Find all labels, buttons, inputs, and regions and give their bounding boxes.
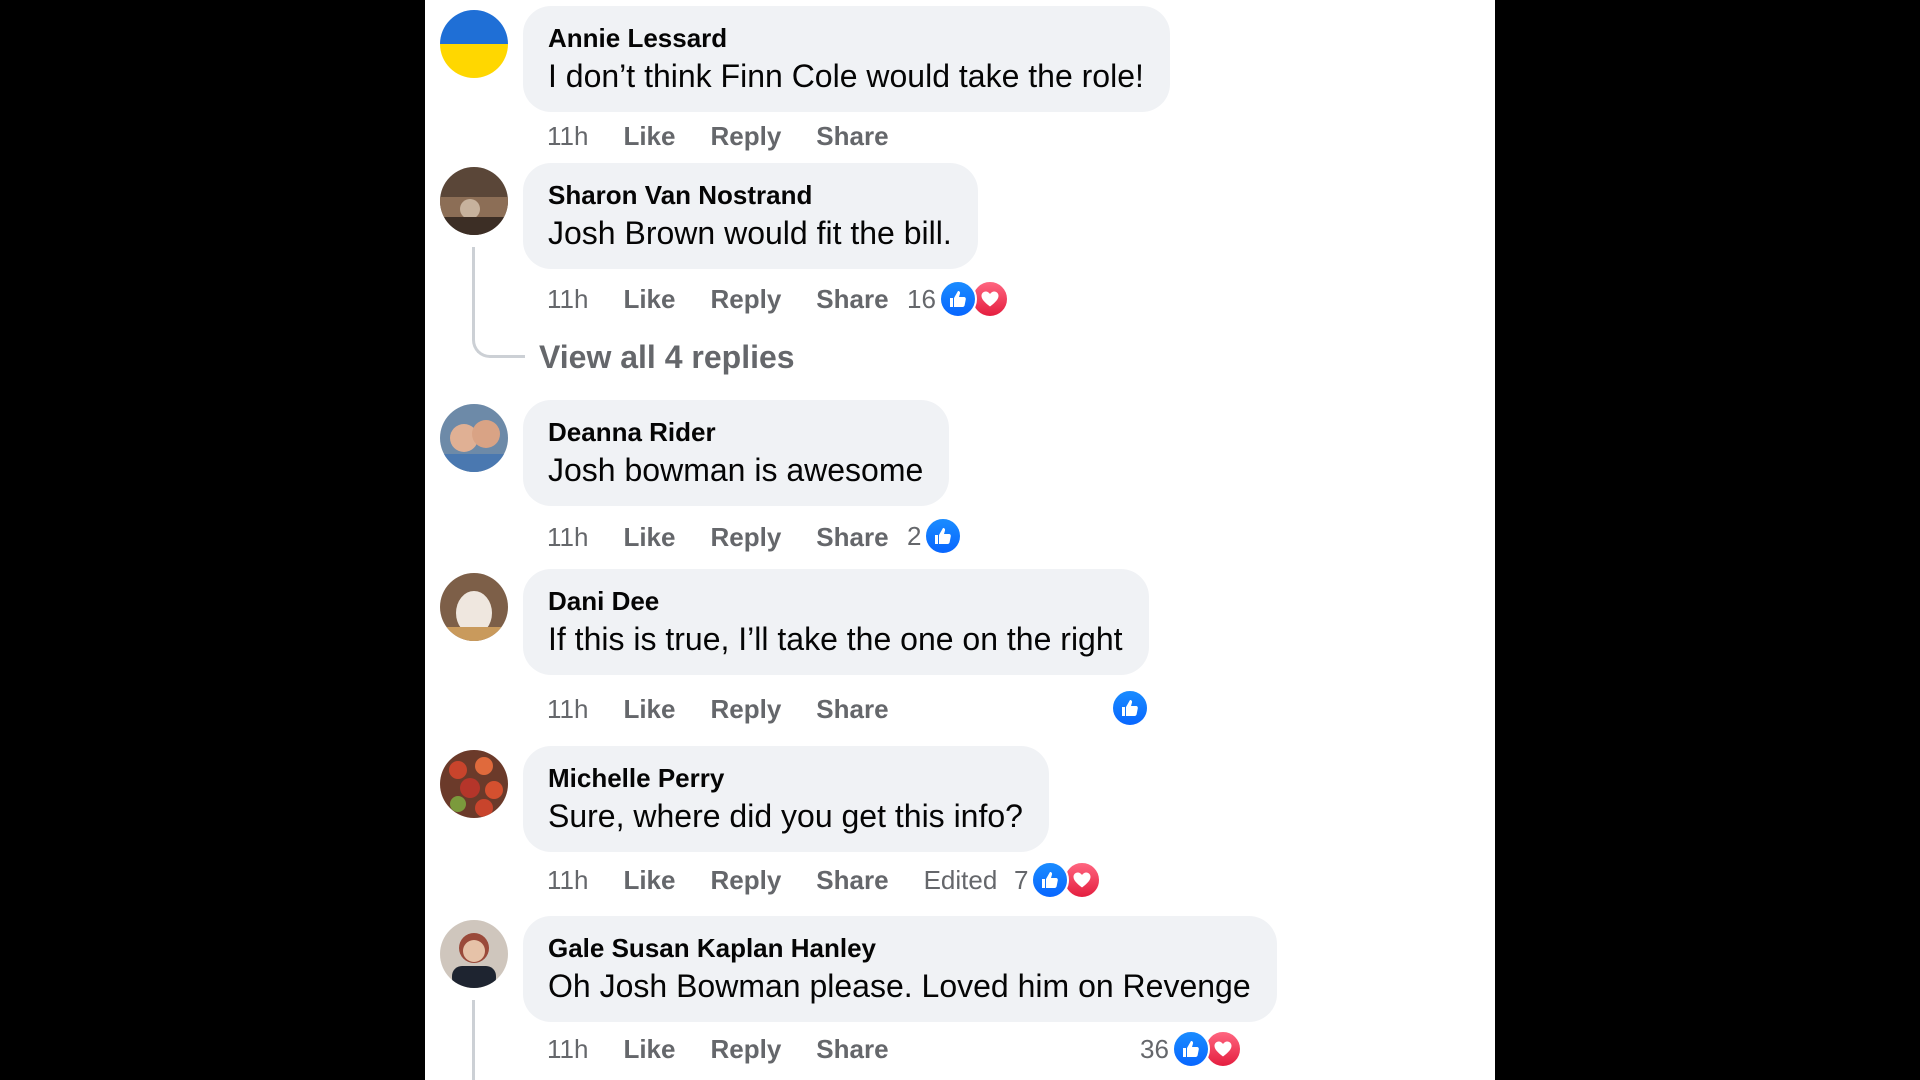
- reaction-summary[interactable]: 16: [907, 279, 1009, 319]
- reply-button[interactable]: Reply: [710, 121, 781, 152]
- comment-time[interactable]: 11h: [547, 694, 588, 725]
- comment-time[interactable]: 11h: [547, 284, 588, 315]
- reply-button[interactable]: Reply: [710, 284, 781, 315]
- thumbs-up-icon: [938, 280, 977, 318]
- comment-actions: 11h Like Reply Share: [547, 691, 924, 727]
- comment-actions: 11h Like Reply Share: [547, 281, 924, 317]
- reply-button[interactable]: Reply: [710, 522, 781, 553]
- share-button[interactable]: Share: [816, 694, 888, 725]
- reply-button[interactable]: Reply: [710, 865, 781, 896]
- comment-time[interactable]: 11h: [547, 121, 588, 152]
- comment-author[interactable]: Sharon Van Nostrand: [548, 179, 952, 211]
- share-button[interactable]: Share: [816, 284, 888, 315]
- thread-line: [472, 1000, 475, 1080]
- avatar[interactable]: [440, 920, 508, 988]
- avatar[interactable]: [440, 750, 508, 818]
- share-button[interactable]: Share: [816, 522, 888, 553]
- comment-text: Josh bowman is awesome: [548, 452, 924, 488]
- comment-author[interactable]: Annie Lessard: [548, 22, 1144, 54]
- comment-author[interactable]: Deanna Rider: [548, 416, 923, 448]
- comment-author[interactable]: Gale Susan Kaplan Hanley: [548, 932, 1251, 964]
- comment-text: Josh Brown would fit the bill.: [548, 215, 952, 251]
- view-replies-link[interactable]: View all 4 replies: [539, 339, 795, 376]
- avatar[interactable]: [440, 167, 508, 235]
- like-button[interactable]: Like: [623, 284, 675, 315]
- edited-label[interactable]: Edited: [924, 865, 998, 896]
- thumbs-up-icon: [924, 517, 963, 555]
- share-button[interactable]: Share: [816, 121, 888, 152]
- reaction-count: 2: [907, 520, 922, 551]
- like-button[interactable]: Like: [623, 865, 675, 896]
- comment-actions: 11h Like Reply Share: [547, 1031, 924, 1067]
- comment-actions: 11h Like Reply Share: [547, 118, 924, 154]
- like-button[interactable]: Like: [623, 694, 675, 725]
- comment-text: Sure, where did you get this info?: [548, 798, 1023, 834]
- avatar[interactable]: [440, 10, 508, 78]
- comment-bubble: Deanna Rider Josh bowman is awesome: [523, 400, 950, 506]
- comments-panel: Annie Lessard I don’t think Finn Cole wo…: [425, 0, 1495, 1080]
- share-button[interactable]: Share: [816, 865, 888, 896]
- avatar[interactable]: [440, 573, 508, 641]
- reaction-summary[interactable]: 7: [1014, 860, 1102, 900]
- comment-text: If this is true, I’ll take the one on th…: [548, 621, 1123, 657]
- comment-bubble: Annie Lessard I don’t think Finn Cole wo…: [523, 6, 1170, 112]
- avatar[interactable]: [440, 404, 508, 472]
- comment-bubble: Dani Dee If this is true, I’ll take the …: [523, 569, 1149, 675]
- comment-actions: 11h Like Reply Share: [547, 519, 924, 555]
- reaction-count: 7: [1014, 864, 1029, 895]
- heart-icon: [1063, 861, 1102, 899]
- thread-line: [472, 247, 525, 358]
- share-button[interactable]: Share: [816, 1034, 888, 1065]
- reaction-count: 16: [907, 283, 936, 314]
- reaction-summary[interactable]: 36: [1140, 1029, 1242, 1069]
- like-button[interactable]: Like: [623, 522, 675, 553]
- thumbs-up-icon: [1171, 1030, 1210, 1068]
- comment-time[interactable]: 11h: [547, 1034, 588, 1065]
- reaction-summary[interactable]: 2: [907, 516, 963, 556]
- reaction-summary[interactable]: [1111, 688, 1149, 728]
- thumbs-up-icon: [1111, 689, 1149, 727]
- reply-button[interactable]: Reply: [710, 1034, 781, 1065]
- comment-bubble: Sharon Van Nostrand Josh Brown would fit…: [523, 163, 978, 269]
- comment-time[interactable]: 11h: [547, 865, 588, 896]
- comment-text: I don’t think Finn Cole would take the r…: [548, 58, 1144, 94]
- comment-time[interactable]: 11h: [547, 522, 588, 553]
- reaction-count: 36: [1140, 1033, 1169, 1064]
- like-button[interactable]: Like: [623, 1034, 675, 1065]
- comment-author[interactable]: Dani Dee: [548, 585, 1123, 617]
- like-button[interactable]: Like: [623, 121, 675, 152]
- comment-bubble: Gale Susan Kaplan Hanley Oh Josh Bowman …: [523, 916, 1277, 1022]
- thumbs-up-icon: [1031, 861, 1070, 899]
- comment-actions: 11h Like Reply Share Edited: [547, 862, 1032, 898]
- reply-button[interactable]: Reply: [710, 694, 781, 725]
- comment-author[interactable]: Michelle Perry: [548, 762, 1023, 794]
- comment-bubble: Michelle Perry Sure, where did you get t…: [523, 746, 1049, 852]
- comment-text: Oh Josh Bowman please. Loved him on Reve…: [548, 968, 1251, 1004]
